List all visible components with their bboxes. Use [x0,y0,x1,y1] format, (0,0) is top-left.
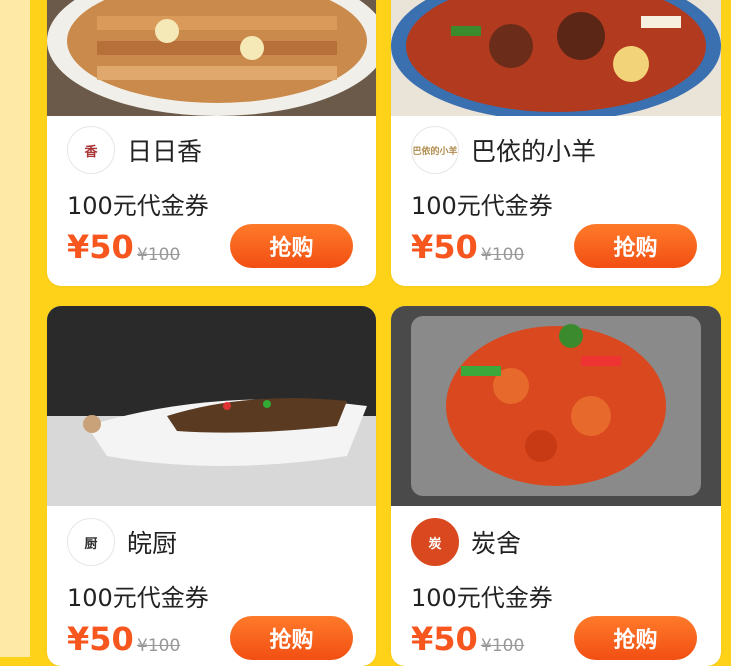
voucher-card-1[interactable]: 香 日日香 100元代金券 ¥50 ¥100 抢购 [47,0,376,286]
voucher-title: 100元代金券 [411,192,553,220]
merchant-logo: 炭 [411,518,459,566]
sale-price: ¥50 [411,228,478,266]
merchant-name: 巴依的小羊 [471,137,597,166]
merchant-row: 巴依的小羊 巴依的小羊 [411,126,596,174]
voucher-card-3[interactable]: 厨 皖厨 100元代金券 ¥50 ¥100 抢购 [47,306,376,666]
original-price: ¥100 [481,636,525,656]
sale-price: ¥50 [67,228,134,266]
food-photo-lamb-stew [391,0,721,116]
merchant-name: 皖厨 [127,529,178,558]
voucher-card-4[interactable]: 炭 炭舍 100元代金券 ¥50 ¥100 抢购 [391,306,721,666]
sale-price: ¥50 [67,620,134,658]
merchant-logo: 厨 [67,518,115,566]
voucher-title: 100元代金券 [411,584,553,612]
buy-button[interactable]: 抢购 [574,224,697,268]
food-photo-roast-duck [47,0,376,116]
original-price: ¥100 [137,245,181,265]
buy-button[interactable]: 抢购 [574,616,697,660]
buy-button[interactable]: 抢购 [230,616,353,660]
voucher-title: 100元代金券 [67,584,209,612]
left-edge-strip [0,0,30,657]
voucher-title: 100元代金券 [67,192,209,220]
merchant-name: 炭舍 [471,529,522,558]
merchant-name: 日日香 [127,137,203,166]
voucher-card-2[interactable]: 巴依的小羊 巴依的小羊 100元代金券 ¥50 ¥100 抢购 [391,0,721,286]
original-price: ¥100 [481,245,525,265]
original-price: ¥100 [137,636,181,656]
sale-price: ¥50 [411,620,478,658]
merchant-row: 厨 皖厨 [67,518,177,566]
merchant-logo: 巴依的小羊 [411,126,459,174]
merchant-row: 炭 炭舍 [411,518,521,566]
merchant-logo: 香 [67,126,115,174]
merchant-row: 香 日日香 [67,126,202,174]
food-photo-shrimp [391,306,721,506]
food-photo-braised-fish [47,306,376,506]
buy-button[interactable]: 抢购 [230,224,353,268]
